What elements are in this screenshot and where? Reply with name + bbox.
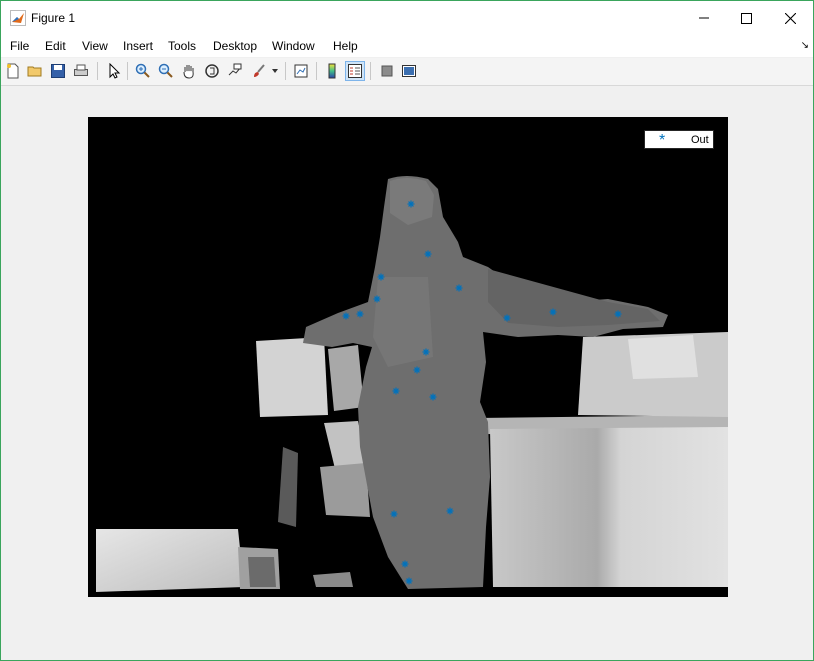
joint-marker [401,560,409,568]
legend-label: Out [691,134,709,146]
close-icon [784,12,796,24]
figure-toolbar [1,58,813,86]
minimize-button[interactable] [681,1,727,35]
plot-legend[interactable]: * Out [644,130,714,149]
new-figure-icon [7,63,19,79]
link-plot-button[interactable] [291,61,311,81]
print-button[interactable] [71,61,91,81]
data-cursor-button[interactable] [225,61,245,81]
brush-dropdown[interactable] [269,61,281,81]
toolbar-separator [370,62,371,80]
legend-marker-icon: * [659,132,666,149]
open-file-button[interactable] [25,61,45,81]
legend-button[interactable] [345,61,365,81]
pan-icon [183,65,194,79]
new-figure-button[interactable] [3,61,23,81]
brush-button[interactable] [249,61,269,81]
hide-plot-tools-button[interactable] [377,61,397,81]
edit-plot-icon [109,63,121,79]
zoom-out-icon [158,63,173,78]
menu-edit[interactable]: Edit [45,39,66,53]
zoom-out-button[interactable] [156,61,176,81]
maximize-icon [740,12,752,24]
show-plot-tools-icon [402,65,416,77]
toolbar-separator [97,62,98,80]
toolbar-separator [316,62,317,80]
matlab-icon [10,10,26,26]
zoom-in-icon [135,63,150,78]
window-title: Figure 1 [31,11,76,25]
joint-marker [405,577,413,585]
brush-icon [254,64,265,77]
open-file-icon [27,66,42,77]
depth-image-axes[interactable] [88,117,728,597]
save-button[interactable] [48,61,68,81]
menu-help[interactable]: Help [333,39,358,53]
minimize-icon [699,17,709,19]
title-bar[interactable]: Figure 1 [1,1,813,35]
dock-arrow-icon[interactable]: ↘ [801,40,809,51]
hide-plot-tools-icon [381,65,393,77]
show-plot-tools-button[interactable] [399,61,419,81]
menu-view[interactable]: View [82,39,108,53]
rotate-3d-button[interactable] [202,61,222,81]
joint-marker [390,510,398,518]
colorbar-button[interactable] [322,61,342,81]
data-cursor-icon [228,63,242,76]
menu-tools[interactable]: Tools [168,39,196,53]
menu-bar: File Edit View Insert Tools Desktop Wind… [1,35,813,57]
close-button[interactable] [767,1,813,35]
chevron-down-icon [272,69,278,73]
pan-button[interactable] [179,61,199,81]
edit-plot-button[interactable] [104,61,124,81]
print-icon [74,64,88,76]
menu-insert[interactable]: Insert [123,39,153,53]
toolbar-separator [285,62,286,80]
rotate-3d-icon [205,64,219,78]
colorbar-icon [328,63,336,79]
menu-file[interactable]: File [10,39,29,53]
menu-window[interactable]: Window [272,39,315,53]
toolbar-separator [127,62,128,80]
joint-marker [446,507,454,515]
link-plot-icon [294,64,308,78]
joint-marker [392,387,400,395]
depth-image [96,176,728,592]
legend-icon [348,64,362,78]
menu-desktop[interactable]: Desktop [213,39,257,53]
joint-marker [429,393,437,401]
maximize-button[interactable] [723,1,769,35]
save-icon [51,64,65,78]
joint-marker [407,200,415,208]
zoom-in-button[interactable] [133,61,153,81]
figure-window: Figure 1 File Edit View Insert Tools Des… [0,0,814,661]
